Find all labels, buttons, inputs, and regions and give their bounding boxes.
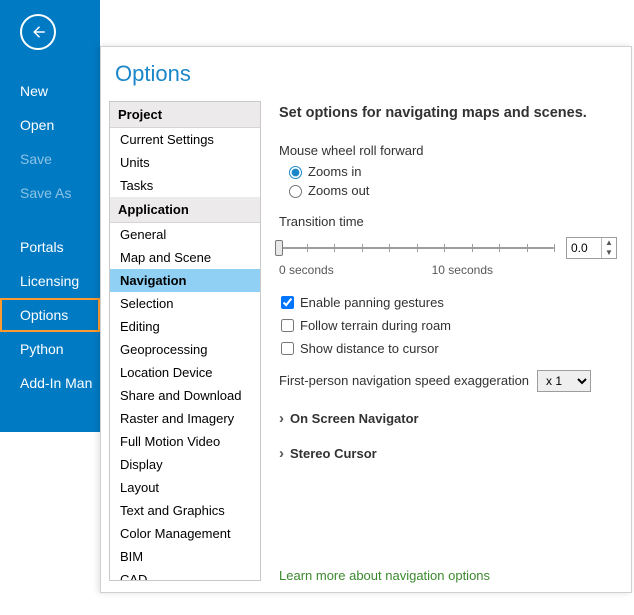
backstage-sidebar: New Open Save Save As Portals Licensing …	[0, 0, 100, 432]
step-down-icon[interactable]: ▼	[602, 248, 616, 258]
tree-item-cad[interactable]: CAD	[110, 568, 260, 581]
transition-row: ▲ ▼	[279, 237, 617, 259]
radio-zooms-out-input[interactable]	[289, 185, 302, 198]
tree-item-display[interactable]: Display	[110, 453, 260, 476]
transition-value-input[interactable]	[567, 241, 601, 255]
collapsible-stereo[interactable]: › Stereo Cursor	[279, 445, 617, 462]
back-button[interactable]	[20, 14, 56, 50]
collapsible-navigator[interactable]: › On Screen Navigator	[279, 410, 617, 427]
slider-range-labels: 0 seconds 10 seconds	[279, 263, 493, 277]
check-panning[interactable]: Enable panning gestures	[281, 295, 617, 310]
category-tree[interactable]: Project Current Settings Units Tasks App…	[109, 101, 261, 581]
step-up-icon[interactable]: ▲	[602, 238, 616, 248]
slider-max-label: 10 seconds	[432, 263, 493, 277]
collapsible-navigator-label: On Screen Navigator	[290, 411, 419, 426]
learn-more-link[interactable]: Learn more about navigation options	[279, 568, 490, 583]
exaggeration-select[interactable]: x 1	[537, 370, 591, 392]
back-arrow-icon	[29, 23, 47, 41]
sidebar-item-save: Save	[0, 142, 100, 176]
tree-item-raster-imagery[interactable]: Raster and Imagery	[110, 407, 260, 430]
check-distance[interactable]: Show distance to cursor	[281, 341, 617, 356]
chevron-right-icon: ›	[279, 410, 284, 427]
check-panning-label: Enable panning gestures	[300, 295, 444, 310]
radio-zooms-in-label: Zooms in	[308, 164, 361, 181]
exaggeration-row: First-person navigation speed exaggerati…	[279, 370, 617, 392]
tree-header-application: Application	[110, 197, 260, 223]
slider-thumb[interactable]	[275, 240, 283, 256]
sidebar-item-open[interactable]: Open	[0, 108, 100, 142]
settings-area: Set options for navigating maps and scen…	[261, 101, 631, 581]
backstage-menu: New Open Save Save As Portals Licensing …	[0, 74, 100, 400]
tree-item-navigation[interactable]: Navigation	[110, 269, 260, 292]
sidebar-item-new[interactable]: New	[0, 74, 100, 108]
sidebar-item-addin[interactable]: Add-In Man	[0, 366, 100, 400]
sidebar-item-save-as: Save As	[0, 176, 100, 210]
sidebar-item-licensing[interactable]: Licensing	[0, 264, 100, 298]
radio-zooms-out[interactable]: Zooms out	[289, 183, 617, 200]
tree-item-general[interactable]: General	[110, 223, 260, 246]
tree-item-editing[interactable]: Editing	[110, 315, 260, 338]
panel-title: Options	[101, 47, 631, 101]
transition-slider[interactable]	[279, 239, 554, 257]
check-panning-input[interactable]	[281, 296, 294, 309]
tree-item-layout[interactable]: Layout	[110, 476, 260, 499]
panel-body: Project Current Settings Units Tasks App…	[101, 101, 631, 581]
tree-item-map-and-scene[interactable]: Map and Scene	[110, 246, 260, 269]
chevron-right-icon: ›	[279, 445, 284, 462]
mouse-wheel-label: Mouse wheel roll forward	[279, 143, 617, 158]
sidebar-item-portals[interactable]: Portals	[0, 230, 100, 264]
check-distance-input[interactable]	[281, 342, 294, 355]
sidebar-item-options[interactable]: Options	[0, 298, 100, 332]
check-terrain[interactable]: Follow terrain during roam	[281, 318, 617, 333]
tree-item-color-management[interactable]: Color Management	[110, 522, 260, 545]
transition-label: Transition time	[279, 214, 617, 229]
tree-item-text-graphics[interactable]: Text and Graphics	[110, 499, 260, 522]
tree-item-bim[interactable]: BIM	[110, 545, 260, 568]
tree-item-units[interactable]: Units	[110, 151, 260, 174]
radio-zooms-in[interactable]: Zooms in	[289, 164, 617, 181]
options-panel: Options Project Current Settings Units T…	[100, 46, 632, 593]
tree-item-selection[interactable]: Selection	[110, 292, 260, 315]
tree-item-share-download[interactable]: Share and Download	[110, 384, 260, 407]
radio-zooms-in-input[interactable]	[289, 166, 302, 179]
transition-stepper[interactable]: ▲ ▼	[601, 238, 616, 258]
check-terrain-input[interactable]	[281, 319, 294, 332]
slider-min-label: 0 seconds	[279, 263, 334, 277]
sidebar-item-python[interactable]: Python	[0, 332, 100, 366]
transition-value-wrap: ▲ ▼	[566, 237, 617, 259]
tree-item-current-settings[interactable]: Current Settings	[110, 128, 260, 151]
sidebar-spacer	[0, 210, 100, 230]
radio-zooms-out-label: Zooms out	[308, 183, 369, 200]
tree-header-project: Project	[110, 102, 260, 128]
collapsible-stereo-label: Stereo Cursor	[290, 446, 377, 461]
tree-item-geoprocessing[interactable]: Geoprocessing	[110, 338, 260, 361]
transition-section: Transition time ▲ ▼	[279, 214, 617, 277]
tree-item-full-motion-video[interactable]: Full Motion Video	[110, 430, 260, 453]
tree-item-location-device[interactable]: Location Device	[110, 361, 260, 384]
check-distance-label: Show distance to cursor	[300, 341, 439, 356]
exaggeration-label: First-person navigation speed exaggerati…	[279, 373, 529, 388]
tree-item-tasks[interactable]: Tasks	[110, 174, 260, 197]
check-terrain-label: Follow terrain during roam	[300, 318, 451, 333]
settings-heading: Set options for navigating maps and scen…	[279, 105, 617, 121]
